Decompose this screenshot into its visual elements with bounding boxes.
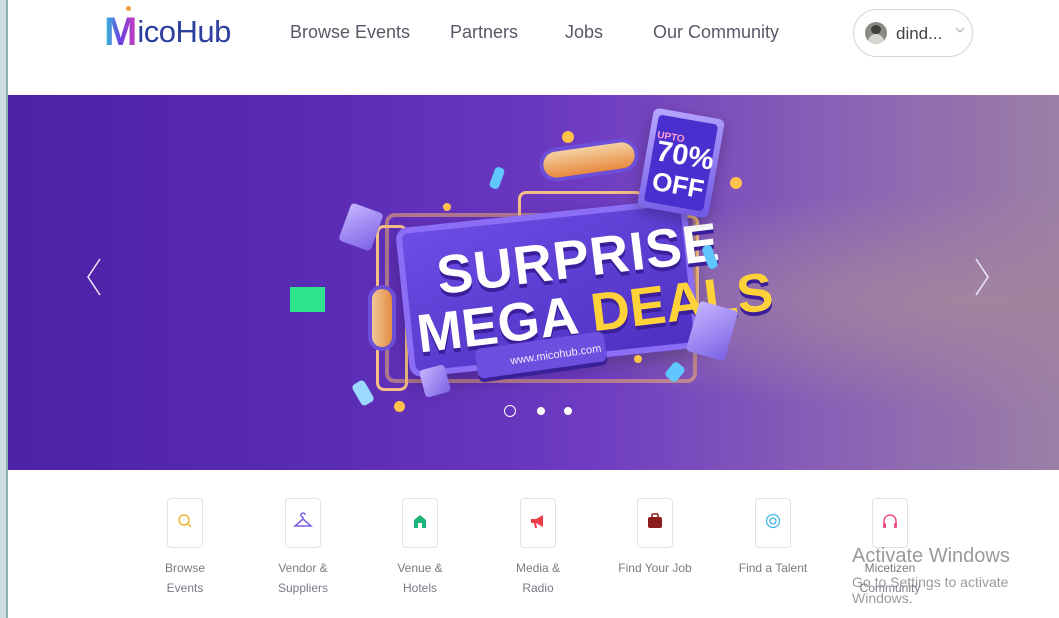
house-icon (411, 512, 429, 535)
decor-dot-3 (730, 177, 742, 189)
category-label: Venue & Hotels (397, 561, 443, 595)
carousel-pagination (504, 403, 584, 423)
category-label: Find a Talent (738, 561, 808, 575)
decor-crystal-1 (350, 379, 376, 407)
decor-dot-1 (562, 131, 574, 143)
activate-windows-subtitle: Go to Settings to activate Windows. (852, 574, 1009, 606)
decor-dot-4 (394, 401, 405, 412)
micohub-logo[interactable]: M icoHub (104, 10, 231, 54)
decor-crystal-2 (488, 165, 506, 191)
carousel-dot-3[interactable] (564, 407, 572, 415)
target-icon (764, 512, 782, 535)
hanger-icon (293, 511, 313, 535)
activate-windows-title: Activate Windows (852, 545, 1010, 567)
category-browse-events[interactable]: Browse Events (125, 498, 245, 598)
category-label: Find Your Job (618, 561, 692, 575)
carousel-next-arrow[interactable] (972, 255, 992, 309)
category-icon-box (637, 498, 673, 548)
decor-tube-top (541, 140, 637, 180)
category-find-your-job[interactable]: Find Your Job (595, 498, 715, 578)
carousel-dot-1[interactable] (504, 405, 516, 417)
logo-text: icoHub (137, 14, 231, 49)
headphones-icon (881, 512, 899, 535)
decor-dot-5 (634, 355, 642, 363)
category-icon-box (167, 498, 203, 548)
category-find-a-talent[interactable]: Find a Talent (713, 498, 833, 578)
carousel-prev-arrow[interactable] (84, 255, 104, 309)
placeholder-green-block (290, 287, 325, 312)
nav-browse-events[interactable]: Browse Events (290, 22, 410, 43)
category-vendor-suppliers[interactable]: Vendor & Suppliers (243, 498, 363, 598)
user-avatar (865, 22, 887, 44)
category-icon-box (520, 498, 556, 548)
category-icon-box (872, 498, 908, 548)
category-label: Media & Radio (515, 561, 561, 595)
user-name: dind... (896, 24, 943, 43)
megaphone-icon (528, 512, 548, 535)
category-label: Vendor & Suppliers (277, 561, 329, 595)
briefcase-icon (646, 512, 664, 535)
category-icon-box (402, 498, 438, 548)
logo-accent-dot (126, 6, 131, 11)
decor-dot-2 (443, 203, 451, 211)
chevron-down-icon (954, 24, 966, 39)
category-media-radio[interactable]: Media & Radio (478, 498, 598, 598)
promo-carousel: SURPRISE MEGA DEALS www.micohub.com UPTO… (8, 95, 1059, 470)
category-icon-box (755, 498, 791, 548)
nav-our-community[interactable]: Our Community (653, 22, 779, 43)
decor-tube-left (372, 289, 392, 347)
category-label: Browse Events (164, 561, 205, 595)
user-menu-button[interactable]: dind... (853, 9, 973, 57)
top-navigation-bar: M icoHub Browse Events Partners Jobs Our… (8, 0, 1059, 95)
search-icon (176, 512, 194, 535)
category-icon-box (285, 498, 321, 548)
nav-partners[interactable]: Partners (450, 22, 518, 43)
category-venue-hotels[interactable]: Venue & Hotels (360, 498, 480, 598)
nav-jobs[interactable]: Jobs (565, 22, 603, 43)
logo-letter-m: M (104, 10, 138, 54)
carousel-dot-2[interactable] (537, 407, 545, 415)
